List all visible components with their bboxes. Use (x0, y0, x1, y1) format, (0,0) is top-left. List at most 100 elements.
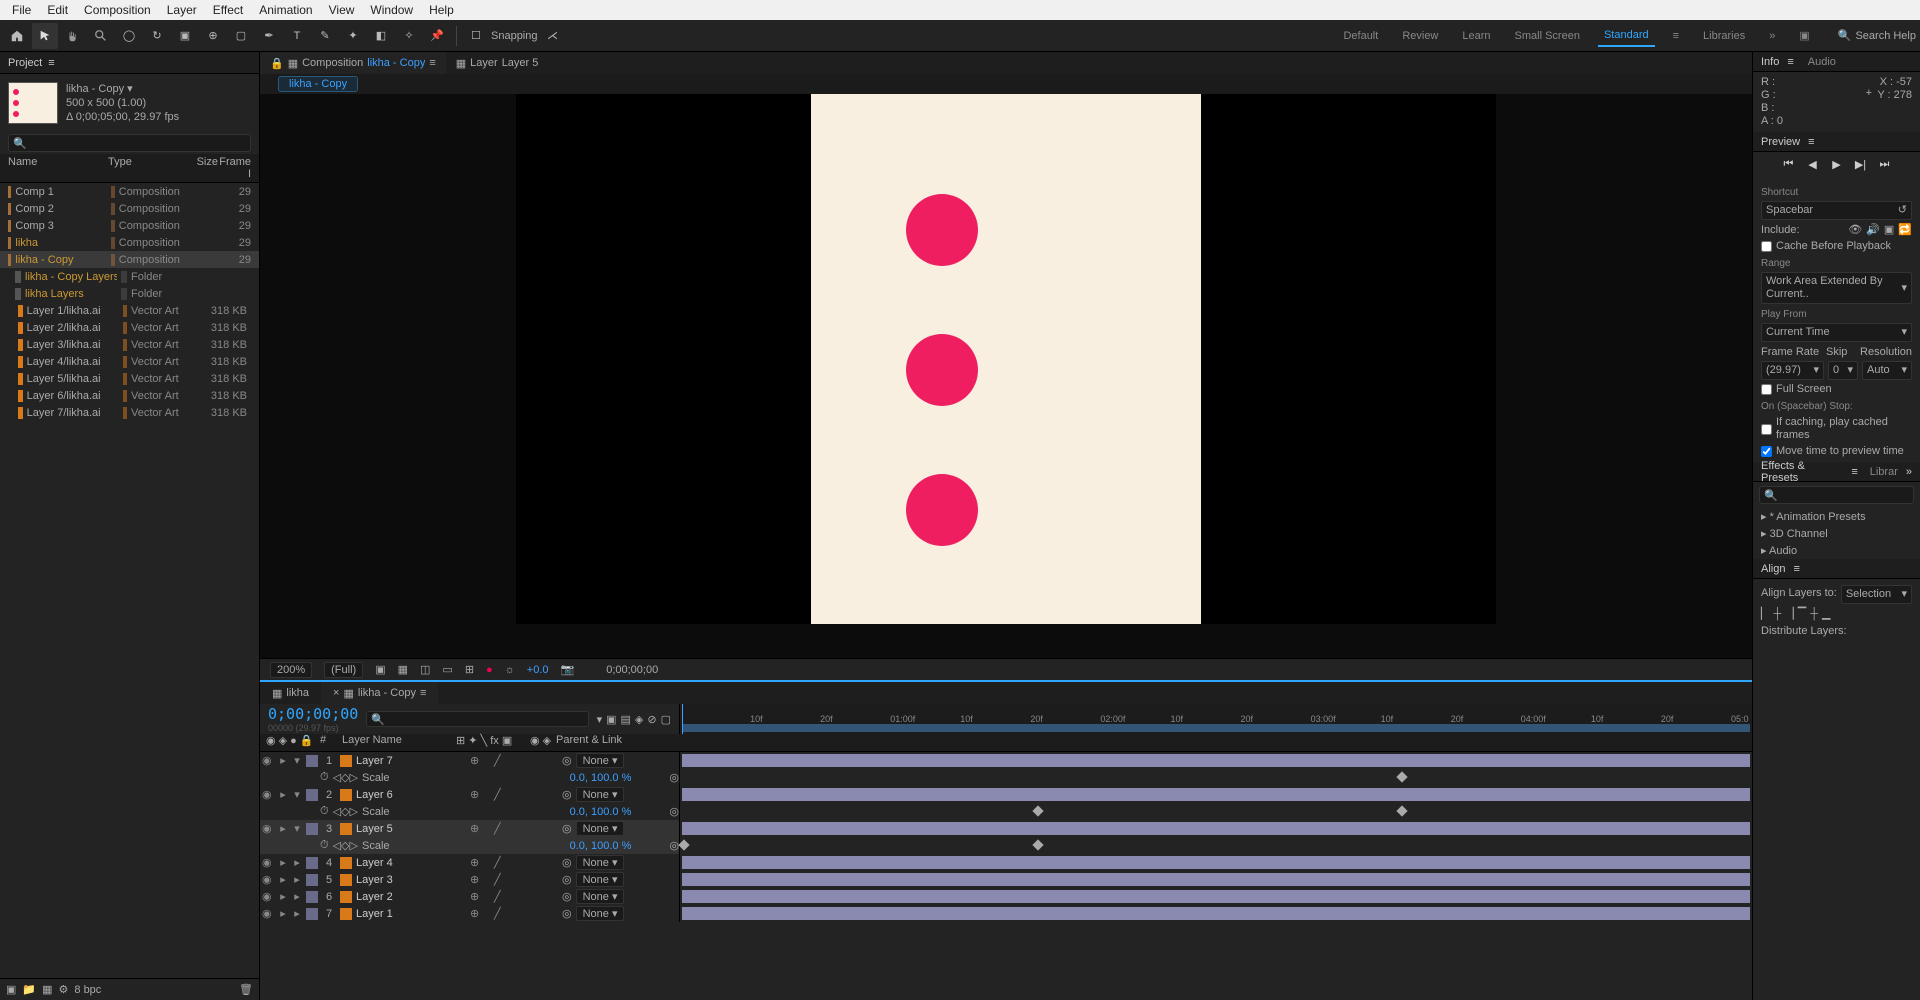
expression-pickwhip-icon[interactable]: ◎ (669, 839, 679, 852)
selection-tool-icon[interactable] (32, 23, 58, 49)
new-folder-icon[interactable]: 📁 (22, 983, 36, 996)
visibility-toggle-icon[interactable]: ◉ (262, 856, 274, 869)
align-hcenter-icon[interactable]: ┼ (1773, 608, 1781, 621)
keynav-icon[interactable]: ◁◇▷ (333, 839, 358, 852)
timeline-property-row[interactable]: ⏱ ◁◇▷ Scale 0.0, 100.0 % ◎ (260, 769, 1752, 786)
next-frame-icon[interactable]: ▶| (1852, 158, 1870, 172)
parent-pickwhip-icon[interactable]: ◎ (562, 890, 572, 903)
menu-window[interactable]: Window (362, 0, 421, 20)
layer-duration-bar[interactable] (682, 907, 1750, 920)
layer-duration-bar[interactable] (682, 873, 1750, 886)
timeline-search-input[interactable]: 🔍 (366, 711, 588, 727)
fullscreen-checkbox[interactable] (1761, 384, 1772, 395)
project-item[interactable]: Layer 1/likha.ai Vector Art 318 KB (0, 302, 259, 319)
project-item[interactable]: Layer 3/likha.ai Vector Art 318 KB (0, 336, 259, 353)
project-item[interactable]: Comp 3 Composition 29 (0, 217, 259, 234)
twirl-icon[interactable]: ▸ (278, 907, 288, 920)
project-item[interactable]: Layer 2/likha.ai Vector Art 318 KB (0, 319, 259, 336)
property-value[interactable]: 0.0, 100.0 % (570, 840, 632, 852)
twirl-icon[interactable]: ▸ (278, 873, 288, 886)
roi-icon[interactable]: ▭ (442, 663, 452, 676)
parent-pickwhip-icon[interactable]: ◎ (562, 856, 572, 869)
text-tool-icon[interactable]: T (284, 23, 310, 49)
parent-dropdown[interactable]: None ▾ (576, 906, 625, 921)
menu-file[interactable]: File (4, 0, 39, 20)
parent-pickwhip-icon[interactable]: ◎ (562, 822, 572, 835)
timeline-tab-1[interactable]: ▦ likha (260, 682, 321, 704)
visibility-toggle-icon[interactable]: ◉ (262, 873, 274, 886)
label-color[interactable] (306, 789, 318, 801)
puppet-tool-icon[interactable]: 📌 (424, 23, 450, 49)
timeline-layer-row[interactable]: ◉ ▸ ▸ 7 Layer 1 ⊕ ╱ ◎ None ▾ (260, 905, 1752, 922)
cache-checkbox[interactable] (1761, 241, 1772, 252)
include-overlay-icon[interactable]: ▣ (1884, 224, 1894, 237)
tl-tool-3-icon[interactable]: ▤ (621, 713, 631, 726)
trash-icon[interactable]: 🗑 (239, 983, 253, 996)
tl-tool-5-icon[interactable]: ⊘ (647, 713, 656, 726)
settings-icon[interactable]: ⚙ (59, 983, 69, 996)
col-name[interactable]: Name (8, 156, 108, 180)
framerate-dropdown[interactable]: (29.97)▾ (1761, 361, 1824, 380)
timeline-property-row[interactable]: ⏱ ◁◇▷ Scale 0.0, 100.0 % ◎ (260, 803, 1752, 820)
ws-menu-icon[interactable]: ≡ (1667, 26, 1685, 46)
menu-edit[interactable]: Edit (39, 0, 76, 20)
exposure-value[interactable]: +0.0 (527, 664, 549, 676)
flow-tab[interactable]: likha - Copy (278, 76, 358, 92)
current-timecode[interactable]: 0;00;00;00 (268, 705, 358, 723)
label-color[interactable] (306, 891, 318, 903)
parent-dropdown[interactable]: None ▾ (576, 872, 625, 887)
visibility-toggle-icon[interactable]: ◉ (262, 788, 274, 801)
layer-name[interactable]: Layer 6 (356, 789, 466, 801)
visibility-toggle-icon[interactable]: ◉ (262, 754, 274, 767)
keyframe-icon[interactable] (1032, 839, 1043, 850)
tl-close-icon[interactable]: × (333, 687, 339, 699)
layer-name[interactable]: Layer 3 (356, 874, 466, 886)
twirl-icon[interactable]: ▸ (278, 822, 288, 835)
menu-layer[interactable]: Layer (159, 0, 205, 20)
playhead[interactable] (682, 704, 683, 734)
twirl2-icon[interactable]: ▸ (292, 890, 302, 903)
alignto-dropdown[interactable]: Selection▾ (1841, 585, 1912, 604)
property-value[interactable]: 0.0, 100.0 % (570, 772, 632, 784)
parent-pickwhip-icon[interactable]: ◎ (562, 754, 572, 767)
libraries-tab-label[interactable]: Librar (1870, 466, 1898, 478)
stopwatch-icon[interactable]: ⏱ (320, 805, 329, 818)
project-item[interactable]: Comp 2 Composition 29 (0, 200, 259, 217)
parent-pickwhip-icon[interactable]: ◎ (562, 907, 572, 920)
work-area-bar[interactable] (682, 724, 1750, 732)
rotate-tool-icon[interactable]: ↻ (144, 23, 170, 49)
pan-behind-tool-icon[interactable]: ⊕ (200, 23, 226, 49)
tl-tool-1-icon[interactable]: ▾ (597, 713, 603, 726)
keynav-icon[interactable]: ◁◇▷ (333, 805, 358, 818)
movetime-checkbox[interactable] (1761, 446, 1772, 457)
layer-duration-bar[interactable] (682, 856, 1750, 869)
first-frame-icon[interactable]: ⏮ (1780, 158, 1798, 172)
ws-libraries[interactable]: Libraries (1697, 26, 1751, 46)
align-vcenter-icon[interactable]: ┼ (1810, 608, 1818, 621)
project-search-input[interactable]: 🔍 (8, 134, 251, 152)
last-frame-icon[interactable]: ⏭ (1876, 158, 1894, 172)
col-size[interactable]: Size (178, 156, 218, 180)
timeline-layer-row[interactable]: ◉ ▸ ▸ 5 Layer 3 ⊕ ╱ ◎ None ▾ (260, 871, 1752, 888)
clone-tool-icon[interactable]: ✦ (340, 23, 366, 49)
menu-help[interactable]: Help (421, 0, 462, 20)
project-panel-tab[interactable]: Project ≡ (0, 52, 259, 74)
twirl2-icon[interactable]: ▾ (292, 822, 302, 835)
grid-icon[interactable]: ⊞ (465, 663, 474, 676)
viewer-time[interactable]: 0;00;00;00 (606, 664, 658, 676)
tl-tool-4-icon[interactable]: ◈ (635, 713, 643, 726)
zoom-dropdown[interactable]: 200% (270, 662, 312, 678)
camera-tool-icon[interactable]: ▣ (172, 23, 198, 49)
col-type[interactable]: Type (108, 156, 178, 180)
ws-toggle-icon[interactable]: ▣ (1793, 25, 1815, 46)
layer-name[interactable]: Layer 4 (356, 857, 466, 869)
parent-pickwhip-icon[interactable]: ◎ (562, 788, 572, 801)
align-top-icon[interactable]: ▔ (1798, 608, 1806, 621)
ws-standard[interactable]: Standard (1598, 25, 1655, 47)
label-color[interactable] (306, 874, 318, 886)
project-item[interactable]: likha Layers Folder (0, 285, 259, 302)
timeline-property-row[interactable]: ⏱ ◁◇▷ Scale 0.0, 100.0 % ◎ (260, 837, 1752, 854)
info-panel-tab[interactable]: Info≡ Audio (1753, 52, 1920, 72)
ws-overflow-icon[interactable]: » (1763, 26, 1781, 46)
align-bottom-icon[interactable]: ▁ (1822, 608, 1830, 621)
